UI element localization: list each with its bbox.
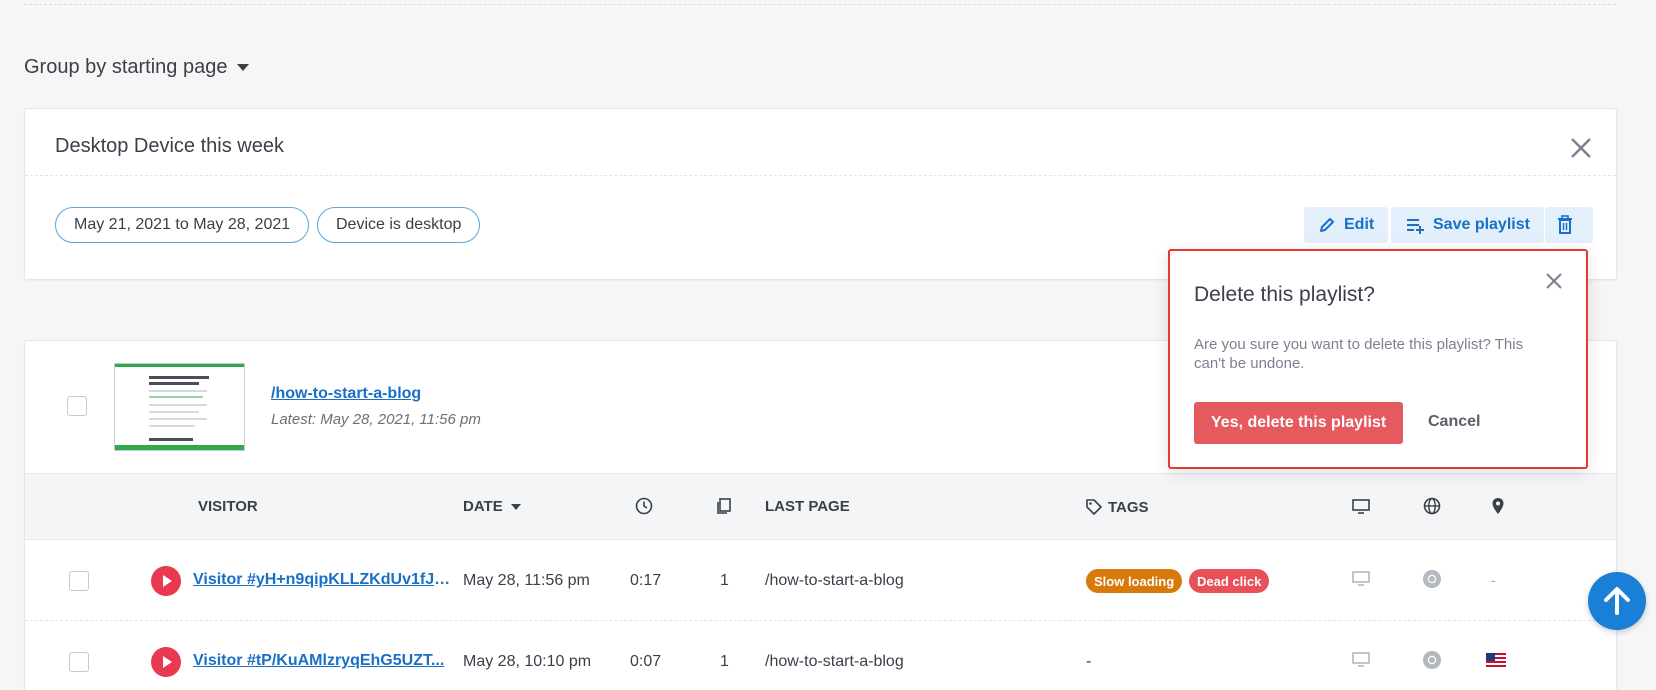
table-row[interactable]: Visitor #yH+n9qipKLLZKdUv1fJE... May 28,… (25, 541, 1616, 621)
close-icon[interactable] (1544, 271, 1564, 291)
trash-icon (1558, 215, 1572, 234)
tag-dead-click[interactable]: Dead click (1189, 569, 1270, 593)
divider (25, 175, 1616, 176)
popover-message: Are you sure you want to delete this pla… (1194, 336, 1524, 372)
cancel-button[interactable]: Cancel (1428, 413, 1480, 431)
row-pages: 1 (720, 572, 729, 589)
pencil-icon (1320, 218, 1334, 232)
sort-caret-icon (510, 503, 521, 510)
group-by-dropdown[interactable]: Group by starting page (24, 56, 250, 79)
delete-playlist-popover: Delete this playlist? Are you sure you w… (1168, 249, 1588, 469)
date-range-filter-pill[interactable]: May 21, 2021 to May 28, 2021 (55, 207, 310, 243)
clock-icon (635, 497, 653, 515)
row-date: May 28, 11:56 pm (463, 572, 590, 589)
column-tags-label: TAGS (1108, 498, 1149, 516)
row-checkbox[interactable] (69, 571, 89, 591)
edit-label: Edit (1344, 216, 1375, 233)
location-pin-icon (1492, 498, 1504, 514)
save-playlist-button[interactable]: Save playlist (1391, 207, 1544, 243)
chrome-icon (1423, 570, 1441, 588)
page-group-checkbox[interactable] (67, 396, 87, 416)
device-filter-pill[interactable]: Device is desktop (317, 207, 481, 243)
edit-button[interactable]: Edit (1304, 207, 1389, 243)
column-visitor[interactable]: VISITOR (198, 498, 258, 515)
delete-playlist-button[interactable] (1545, 207, 1593, 243)
row-pages: 1 (720, 653, 729, 670)
play-icon[interactable] (151, 647, 181, 677)
desktop-icon (1352, 571, 1370, 586)
page-thumbnail[interactable] (114, 363, 245, 451)
popover-title: Delete this playlist? (1194, 283, 1375, 306)
visitor-link[interactable]: Visitor #tP/KuAMlzryqEhG5UZT... (193, 652, 453, 670)
group-by-label: Group by starting page (24, 56, 228, 78)
desktop-icon (1352, 652, 1370, 667)
tag-slow-loading[interactable]: Slow loading (1086, 569, 1183, 593)
row-duration: 0:17 (630, 572, 662, 589)
us-flag-icon (1486, 653, 1506, 667)
playlist-add-icon (1407, 219, 1424, 234)
tag-icon (1086, 499, 1102, 515)
row-duration: 0:07 (630, 653, 662, 670)
page-group-link[interactable]: /how-to-start-a-blog (271, 385, 421, 403)
confirm-delete-button[interactable]: Yes, delete this playlist (1194, 402, 1404, 444)
row-location: - (1491, 572, 1496, 588)
top-divider (24, 4, 1616, 5)
arrow-up-icon (1604, 587, 1630, 615)
chrome-icon (1423, 651, 1441, 669)
table-header: VISITOR DATE LAST PAGE TAGS (25, 474, 1616, 540)
globe-icon (1423, 497, 1441, 515)
row-checkbox[interactable] (69, 652, 89, 672)
row-date: May 28, 10:10 pm (463, 653, 592, 670)
row-last-page: /how-to-start-a-blog (765, 572, 904, 589)
column-date[interactable]: DATE (463, 498, 521, 515)
row-tags-empty: - (1086, 653, 1092, 670)
column-date-label: DATE (463, 498, 503, 515)
column-last-page[interactable]: LAST PAGE (765, 498, 850, 515)
column-tags[interactable]: TAGS (1085, 498, 1149, 516)
table-row[interactable]: Visitor #tP/KuAMlzryqEhG5UZT... May 28, … (25, 622, 1616, 690)
caret-down-icon (237, 64, 250, 71)
pages-icon (717, 498, 731, 514)
page-group-latest: Latest: May 28, 2021, 11:56 pm (271, 411, 481, 428)
row-last-page: /how-to-start-a-blog (765, 653, 904, 670)
visitor-link[interactable]: Visitor #yH+n9qipKLLZKdUv1fJE... (193, 571, 453, 589)
close-icon[interactable] (1568, 135, 1594, 161)
playlist-title: Desktop Device this week (55, 135, 284, 157)
play-icon[interactable] (151, 566, 181, 596)
save-playlist-label: Save playlist (1433, 216, 1530, 233)
scroll-to-top-button[interactable] (1588, 572, 1646, 630)
device-column-icon (1352, 499, 1370, 514)
